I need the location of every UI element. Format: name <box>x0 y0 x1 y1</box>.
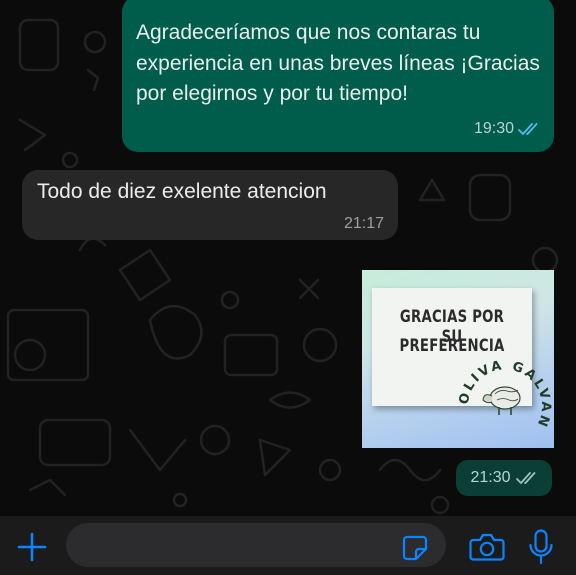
message-time: 21:17 <box>343 215 384 232</box>
incoming-message[interactable]: Todo de diez exelente atencion 21:17 <box>22 170 398 240</box>
read-receipt-icon <box>515 472 535 484</box>
message-composer <box>0 516 576 575</box>
company-seal-logo: OLIVA GALVANIZADOS <box>362 270 553 431</box>
message-time: 21:30 <box>470 469 511 486</box>
sticker-icon[interactable] <box>401 534 429 562</box>
message-time: 19:30 <box>473 120 514 137</box>
svg-text:OLIVA GALVANIZADOS: OLIVA GALVANIZADOS <box>362 270 553 431</box>
message-meta: 19:30 <box>474 120 540 138</box>
image-message-meta: 21:30 <box>456 460 552 496</box>
plus-icon[interactable] <box>16 531 48 563</box>
camera-icon[interactable] <box>469 531 505 563</box>
message-text: Todo de diez exelente atencion <box>37 180 327 203</box>
microphone-icon[interactable] <box>528 529 554 565</box>
message-input[interactable] <box>66 523 446 567</box>
image-message[interactable]: GRACIAS POR SU PREFERENCIA OLIVA GALVANI… <box>362 270 554 448</box>
outgoing-message[interactable]: Agradeceríamos que nos contaras tu exper… <box>122 0 554 152</box>
message-text: Agradeceríamos que nos contaras tu exper… <box>136 21 540 105</box>
read-receipt-icon <box>518 123 538 135</box>
